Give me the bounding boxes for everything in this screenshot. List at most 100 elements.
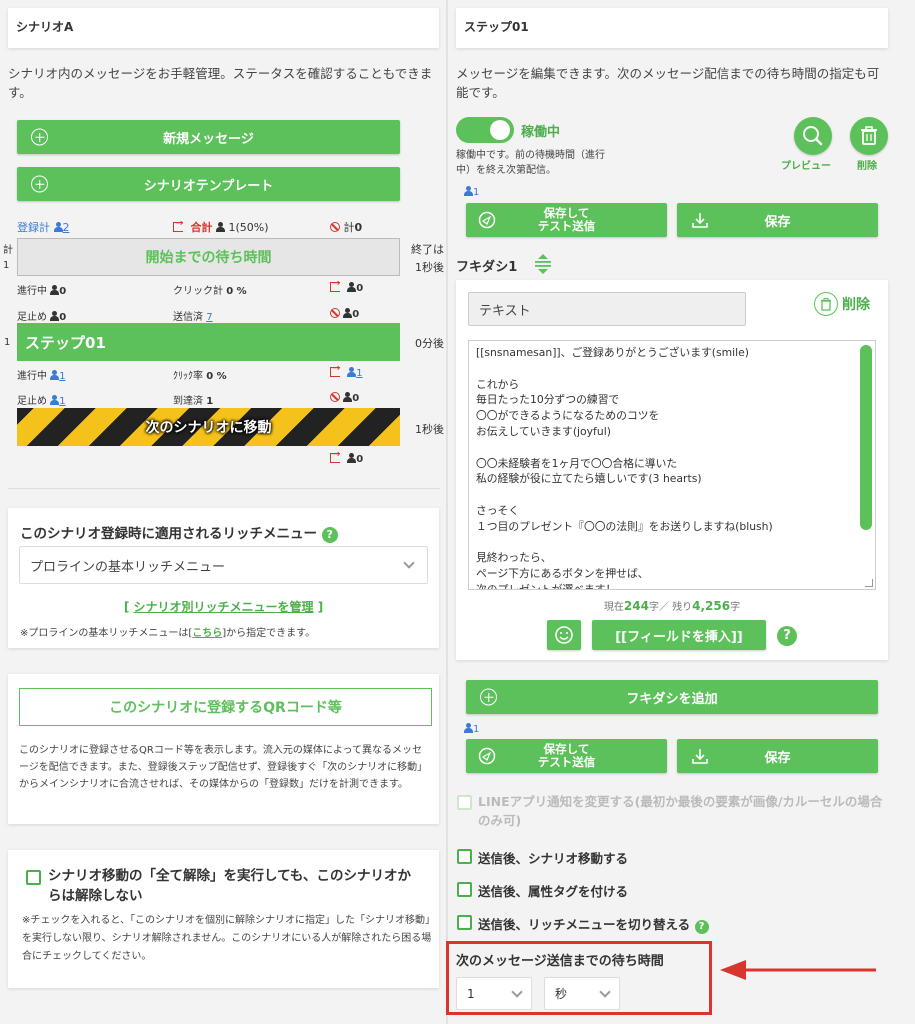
wait-block-left-label: 計 1 bbox=[3, 245, 13, 271]
step-name-input[interactable]: ステップ01 bbox=[456, 8, 888, 48]
search-icon bbox=[803, 126, 823, 146]
exit-stat: 0 bbox=[330, 278, 363, 294]
here-link[interactable]: こちら bbox=[192, 628, 222, 639]
person-icon bbox=[216, 222, 225, 232]
scrollbar[interactable] bbox=[860, 345, 872, 530]
chevron-down-icon bbox=[511, 986, 523, 998]
step-exit-stat: 1 bbox=[330, 363, 363, 379]
delete-step-button[interactable] bbox=[850, 117, 888, 155]
save-button-2[interactable]: 保存 bbox=[677, 739, 878, 773]
person-icon bbox=[53, 222, 63, 232]
send-circle-icon bbox=[478, 747, 496, 765]
help-icon[interactable]: ? bbox=[777, 626, 797, 646]
message-textarea[interactable]: [[snsnamesan]]、ご登録ありがとうございます(smile) これから… bbox=[468, 340, 876, 590]
red-arrow-icon bbox=[720, 960, 876, 980]
person-icon bbox=[347, 453, 357, 463]
qr-code-button[interactable]: このシナリオに登録するQRコード等 bbox=[19, 688, 432, 726]
after-send-richmenu-checkbox[interactable] bbox=[457, 915, 472, 930]
sent-count-link[interactable]: 7 bbox=[206, 312, 212, 323]
no-release-checkbox[interactable] bbox=[26, 870, 41, 885]
step-description: メッセージを編集できます。次のメッセージ配信までの待ち時間の指定も可能です。 bbox=[456, 66, 880, 100]
manage-rich-menu-link[interactable]: シナリオ別リッチメニューを管理 bbox=[133, 600, 313, 614]
trash-icon bbox=[861, 126, 877, 145]
start-wait-block[interactable]: 開始までの待ち時間 bbox=[17, 238, 400, 276]
step-click-rate-stat: ｸﾘｯｸ率 0 % bbox=[173, 371, 227, 382]
qr-description: このシナリオに登録させるQRコード等を表示します。流入元の媒体によって異なるメッ… bbox=[19, 745, 428, 790]
after-send-tag-checkbox[interactable] bbox=[457, 882, 472, 897]
next-scenario-block[interactable]: 次のシナリオに移動 bbox=[17, 408, 400, 446]
download-icon bbox=[692, 749, 708, 764]
person-icon bbox=[343, 392, 353, 402]
smiley-icon bbox=[555, 626, 573, 644]
rich-menu-select[interactable]: プロラインの基本リッチメニュー bbox=[19, 546, 428, 584]
ban-icon bbox=[330, 308, 340, 318]
preview-label: プレビュー bbox=[781, 161, 831, 172]
chevron-down-icon bbox=[599, 986, 611, 998]
next-exit-stat: 0 bbox=[330, 449, 363, 465]
person-icon bbox=[50, 395, 60, 405]
exit-icon bbox=[330, 363, 340, 377]
toggle-description: 稼働中です。前の待機時間（進行中）を終え次第配信。 bbox=[456, 150, 605, 176]
scenario-template-button[interactable]: シナリオテンプレート bbox=[17, 167, 400, 201]
toggle-knob bbox=[490, 120, 510, 140]
exit-icon bbox=[330, 449, 340, 463]
wait-time-title: 次のメッセージ送信までの待ち時間 bbox=[456, 954, 664, 969]
save-and-test-button[interactable]: 保存して テスト送信 bbox=[466, 203, 667, 237]
add-bubble-button[interactable]: フキダシを追加 bbox=[466, 680, 878, 714]
rich-menu-title: このシナリオ登録時に適用されるリッチメニュー ? bbox=[20, 522, 338, 543]
section-divider bbox=[8, 488, 440, 489]
save-button[interactable]: 保存 bbox=[677, 203, 878, 237]
rich-menu-section: このシナリオ登録時に適用されるリッチメニュー ? プロラインの基本リッチメニュー… bbox=[8, 508, 439, 648]
qr-section: このシナリオに登録するQRコード等 このシナリオに登録させるQRコード等を表示し… bbox=[8, 674, 439, 824]
in-progress-stat: 進行中 0 bbox=[17, 285, 67, 297]
char-counter: 現在244字／ 残り4,256字 bbox=[603, 599, 741, 613]
step-ban-stat: 0 bbox=[330, 392, 359, 404]
person-icon bbox=[50, 370, 60, 380]
save-and-test-button-2[interactable]: 保存して テスト送信 bbox=[466, 739, 667, 773]
bubble-editor: テキスト 削除 [[snsnamesan]]、ご登録ありがとうございます(smi… bbox=[456, 280, 888, 660]
new-message-button[interactable]: 新規メッセージ bbox=[17, 120, 400, 154]
line-notify-checkbox[interactable] bbox=[457, 795, 472, 810]
wait-unit-select[interactable]: 秒 bbox=[544, 977, 620, 1010]
person-icon bbox=[50, 285, 60, 295]
drag-handle-icon[interactable] bbox=[532, 253, 554, 275]
user-count: 1 bbox=[464, 186, 479, 198]
bubble-delete-button[interactable]: 削除 bbox=[814, 292, 870, 316]
scenario-name-value: シナリオA bbox=[16, 20, 74, 34]
insert-field-button[interactable]: [[フィールドを挿入]] bbox=[592, 620, 766, 650]
resize-handle[interactable] bbox=[865, 579, 873, 587]
person-icon bbox=[50, 311, 60, 321]
ban-icon bbox=[330, 392, 340, 402]
bubble-title: フキダシ1 bbox=[456, 260, 518, 275]
after-send-scenario-checkbox[interactable] bbox=[457, 849, 472, 864]
active-toggle[interactable] bbox=[456, 117, 514, 143]
step-01-block[interactable]: ステップ01 bbox=[17, 323, 400, 361]
user-count-2: 1 bbox=[464, 723, 479, 735]
scenario-description: シナリオ内のメッセージをお手軽管理。ステータスを確認することもできます。 bbox=[8, 66, 433, 100]
help-icon[interactable]: ? bbox=[321, 527, 338, 543]
sent-stat: 送信済 7 bbox=[173, 312, 213, 323]
release-section: シナリオ移動の「全て解除」を実行しても、このシナリオからは解除しない ※チェック… bbox=[8, 850, 439, 988]
after-send-tag-label: 送信後、属性タグを付ける bbox=[478, 884, 629, 899]
stopped-stat: 足止め 0 bbox=[17, 311, 67, 323]
click-total-stat: クリック計 0 % bbox=[173, 286, 247, 297]
wait-value-select[interactable]: 1 bbox=[456, 977, 532, 1010]
download-icon bbox=[692, 213, 708, 228]
rich-menu-note: ※プロラインの基本リッチメニューは[こちら]から指定できます。 bbox=[20, 628, 316, 639]
registered-total[interactable]: 登録計 2 bbox=[17, 219, 70, 235]
after-send-richmenu-label: 送信後、リッチメニューを切り替える ? bbox=[478, 914, 709, 934]
help-icon[interactable]: ? bbox=[694, 920, 709, 934]
total-stat: 合計 1(50%) bbox=[173, 218, 269, 235]
emoji-button[interactable] bbox=[547, 620, 581, 650]
chevron-down-icon bbox=[403, 557, 415, 569]
toggle-label: 稼働中 bbox=[521, 125, 561, 140]
person-icon bbox=[347, 282, 357, 292]
delete-label: 削除 bbox=[857, 161, 877, 172]
scenario-name-input[interactable]: シナリオA bbox=[8, 8, 439, 48]
preview-button[interactable] bbox=[794, 117, 832, 155]
bubble-type-select[interactable]: テキスト bbox=[468, 292, 746, 326]
ban-total-stat: 計0 bbox=[330, 219, 362, 235]
plus-circle-icon bbox=[31, 128, 48, 146]
ban-stat: 0 bbox=[330, 308, 359, 320]
release-note: ※チェックを入れると、「このシナリオを個別に解除シナリオに指定」した「シナリオ移… bbox=[22, 915, 432, 962]
